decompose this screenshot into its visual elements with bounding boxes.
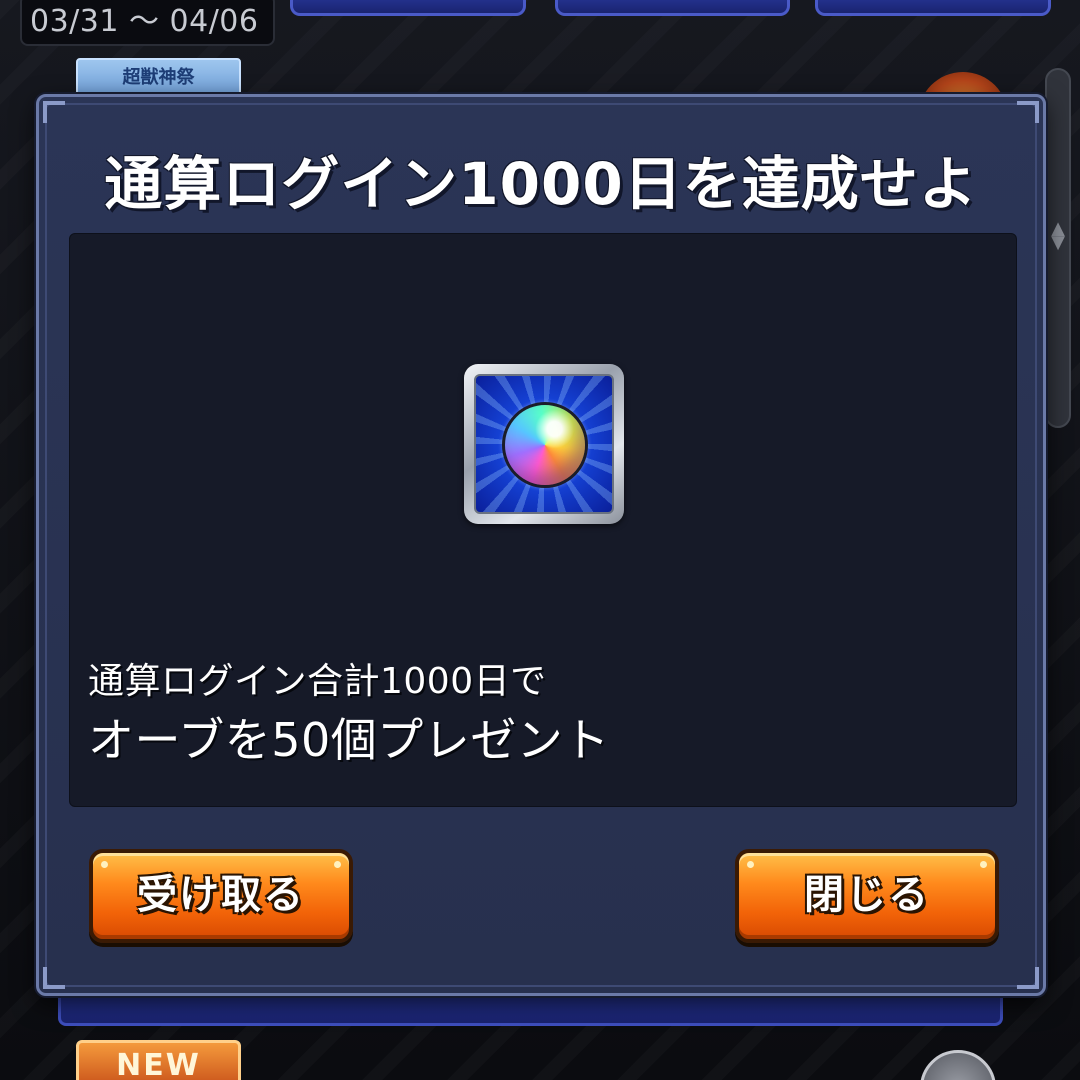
- reward-description-line2: オーブを50個プレゼント: [88, 713, 610, 767]
- frame-corner-decoration: [43, 101, 65, 123]
- reward-item-background: [474, 374, 614, 514]
- frame-corner-decoration: [43, 967, 65, 989]
- top-tab-2[interactable]: [555, 0, 790, 16]
- event-badge: 超獣神祭: [76, 58, 241, 98]
- receive-button[interactable]: 受け取る: [89, 849, 353, 943]
- rainbow-orb-icon: [502, 402, 588, 488]
- scroll-arrows-icon: ▲ ▼: [1051, 218, 1065, 253]
- event-date-range: 03/31 ～ 04/06: [20, 0, 275, 46]
- top-tab-3[interactable]: [815, 0, 1051, 16]
- reward-description-line1: 通算ログイン合計1000日で: [88, 661, 547, 702]
- new-badge: NEW: [76, 1040, 241, 1080]
- top-tab-1[interactable]: [290, 0, 526, 16]
- mission-reward-dialog: 通算ログイン1000日を達成せよ 通算ログイン合計1000日で オーブを50個プ…: [36, 94, 1046, 996]
- dialog-title: 通算ログイン1000日を達成せよ: [104, 150, 978, 218]
- frame-corner-decoration: [1017, 101, 1039, 123]
- frame-corner-decoration: [1017, 967, 1039, 989]
- close-button[interactable]: 閉じる: [735, 849, 999, 943]
- reward-content-panel: 通算ログイン合計1000日で オーブを50個プレゼント: [69, 233, 1017, 807]
- reward-item-frame: [464, 364, 624, 524]
